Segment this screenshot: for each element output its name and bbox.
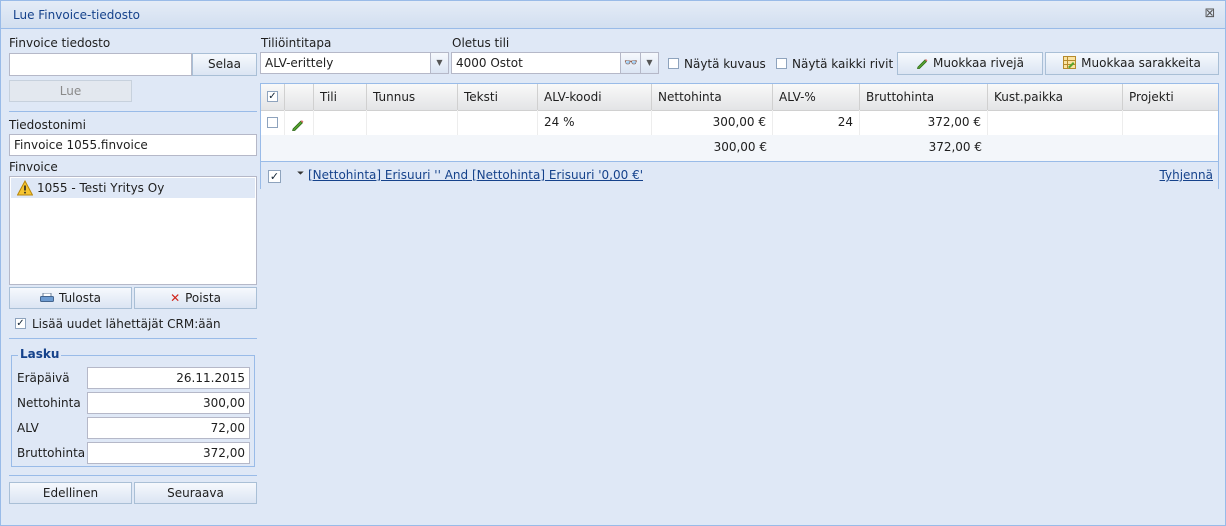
column-header[interactable]: Tunnus xyxy=(367,84,458,110)
posting-method-label: Tiliöintitapa xyxy=(261,36,332,50)
filter-bar: ✓ ⏷ [Nettohinta] Erisuuri '' And [Nettoh… xyxy=(261,161,1218,189)
invoice-legend: Lasku xyxy=(18,347,62,361)
grid-header: ✓ Tili Tunnus Teksti ALV-koodi Nettohint… xyxy=(261,84,1218,111)
invoice-rows-grid: ✓ Tili Tunnus Teksti ALV-koodi Nettohint… xyxy=(260,83,1219,189)
column-header[interactable]: Teksti xyxy=(458,84,538,110)
cell-tili[interactable] xyxy=(314,110,367,135)
divider xyxy=(9,475,257,476)
due-date-field[interactable]: 26.11.2015 xyxy=(87,367,250,389)
column-header[interactable]: Kust.paikka xyxy=(988,84,1123,110)
finvoice-list[interactable]: 1055 - Testi Yritys Oy xyxy=(9,176,257,285)
chevron-down-icon[interactable]: ▼ xyxy=(430,53,448,73)
previous-button[interactable]: Edellinen xyxy=(9,482,132,504)
delete-button[interactable]: ✕ Poista xyxy=(134,287,257,309)
crm-checkbox-label: Lisää uudet lähettäjät CRM:ään xyxy=(32,317,221,331)
edit-columns-label: Muokkaa sarakkeita xyxy=(1081,56,1201,70)
finvoice-file-label: Finvoice tiedosto xyxy=(9,36,111,50)
warning-icon xyxy=(16,179,34,196)
filter-expression-link[interactable]: [Nettohinta] Erisuuri '' And [Nettohinta… xyxy=(308,168,643,182)
column-header[interactable]: Tili xyxy=(314,84,367,110)
net-price-field[interactable]: 300,00 xyxy=(87,392,250,414)
close-icon[interactable]: ⊠ xyxy=(1203,7,1217,21)
read-button[interactable]: Lue xyxy=(9,80,132,102)
divider xyxy=(9,111,257,112)
show-description-label: Näytä kuvaus xyxy=(684,57,766,71)
due-date-label: Eräpäivä xyxy=(17,371,70,385)
vat-field[interactable]: 72,00 xyxy=(87,417,250,439)
cell-nettohinta[interactable]: 300,00 € xyxy=(652,110,773,135)
delete-icon: ✕ xyxy=(170,291,181,305)
window-title: Lue Finvoice-tiedosto xyxy=(13,8,141,22)
binoculars-icon[interactable]: 👓 xyxy=(620,53,641,73)
list-item[interactable]: 1055 - Testi Yritys Oy xyxy=(11,178,255,198)
row-select-cell[interactable] xyxy=(261,110,285,135)
default-account-select[interactable]: 4000 Ostot 👓 ▼ xyxy=(451,52,659,74)
cell-projekti[interactable] xyxy=(1123,110,1218,135)
column-header[interactable]: ALV-% xyxy=(773,84,860,110)
cell-bruttohinta[interactable]: 372,00 € xyxy=(860,110,988,135)
show-description-checkbox[interactable] xyxy=(668,58,679,69)
summary-nettohinta: 300,00 € xyxy=(713,140,767,154)
table-edit-icon xyxy=(1063,55,1077,76)
column-header[interactable]: ALV-koodi xyxy=(538,84,652,110)
posting-method-select[interactable]: ALV-erittely ▼ xyxy=(260,52,449,74)
dialog-window: Lue Finvoice-tiedosto ⊠ Finvoice tiedost… xyxy=(0,0,1226,526)
row-checkbox[interactable] xyxy=(267,117,278,128)
cell-teksti[interactable] xyxy=(458,110,538,135)
net-price-label: Nettohinta xyxy=(17,396,81,410)
column-header[interactable]: Nettohinta xyxy=(652,84,773,110)
delete-label: Poista xyxy=(185,291,221,305)
divider xyxy=(9,338,257,339)
default-account-label: Oletus tili xyxy=(452,36,510,50)
cell-alv-koodi[interactable]: 24 % xyxy=(538,110,652,135)
filter-enabled-checkbox[interactable]: ✓ xyxy=(268,170,281,183)
gross-price-field[interactable]: 372,00 xyxy=(87,442,250,464)
next-button[interactable]: Seuraava xyxy=(134,482,257,504)
list-item-label: 1055 - Testi Yritys Oy xyxy=(37,181,165,195)
print-button[interactable]: Tulosta xyxy=(9,287,132,309)
vat-label: ALV xyxy=(17,421,39,435)
show-all-rows-label: Näytä kaikki rivit xyxy=(792,57,894,71)
print-label: Tulosta xyxy=(58,291,102,305)
clear-filter-link[interactable]: Tyhjennä xyxy=(1160,168,1213,182)
select-all-checkbox[interactable]: ✓ xyxy=(267,91,278,102)
pencil-icon xyxy=(916,55,928,76)
select-all-header[interactable]: ✓ xyxy=(261,84,285,110)
column-header[interactable]: Bruttohinta xyxy=(860,84,988,110)
browse-button[interactable]: Selaa xyxy=(192,53,257,76)
filename-label: Tiedostonimi xyxy=(9,118,86,132)
edit-rows-label: Muokkaa rivejä xyxy=(933,56,1024,70)
summary-row: 300,00 € 372,00 € xyxy=(261,135,1218,161)
edit-rows-button[interactable]: Muokkaa rivejä xyxy=(897,52,1043,75)
edit-columns-button[interactable]: Muokkaa sarakkeita xyxy=(1045,52,1219,75)
cell-kustpaikka[interactable] xyxy=(988,110,1123,135)
show-all-rows-checkbox[interactable] xyxy=(776,58,787,69)
edit-column-header xyxy=(285,84,314,110)
default-account-value: 4000 Ostot xyxy=(456,56,523,70)
cell-alv-pct[interactable]: 24 xyxy=(773,110,860,135)
cell-tunnus[interactable] xyxy=(367,110,458,135)
column-header[interactable]: Projekti xyxy=(1123,84,1218,110)
crm-checkbox[interactable]: ✓ xyxy=(15,318,26,329)
posting-method-value: ALV-erittely xyxy=(265,56,334,70)
summary-bruttohinta: 372,00 € xyxy=(928,140,982,154)
filter-icon: ⏷ xyxy=(297,169,305,179)
chevron-down-icon[interactable]: ▼ xyxy=(640,53,658,73)
filename-field[interactable]: Finvoice 1055.finvoice xyxy=(9,134,257,156)
printer-icon xyxy=(39,289,54,302)
table-row[interactable]: 24 % 300,00 € 24 372,00 € xyxy=(261,110,1218,136)
row-edit-cell[interactable] xyxy=(285,110,314,135)
finvoice-list-label: Finvoice xyxy=(9,160,58,174)
finvoice-file-input[interactable] xyxy=(9,53,192,76)
gross-price-label: Bruttohinta xyxy=(17,446,86,460)
title-bar[interactable]: Lue Finvoice-tiedosto ⊠ xyxy=(1,1,1225,29)
